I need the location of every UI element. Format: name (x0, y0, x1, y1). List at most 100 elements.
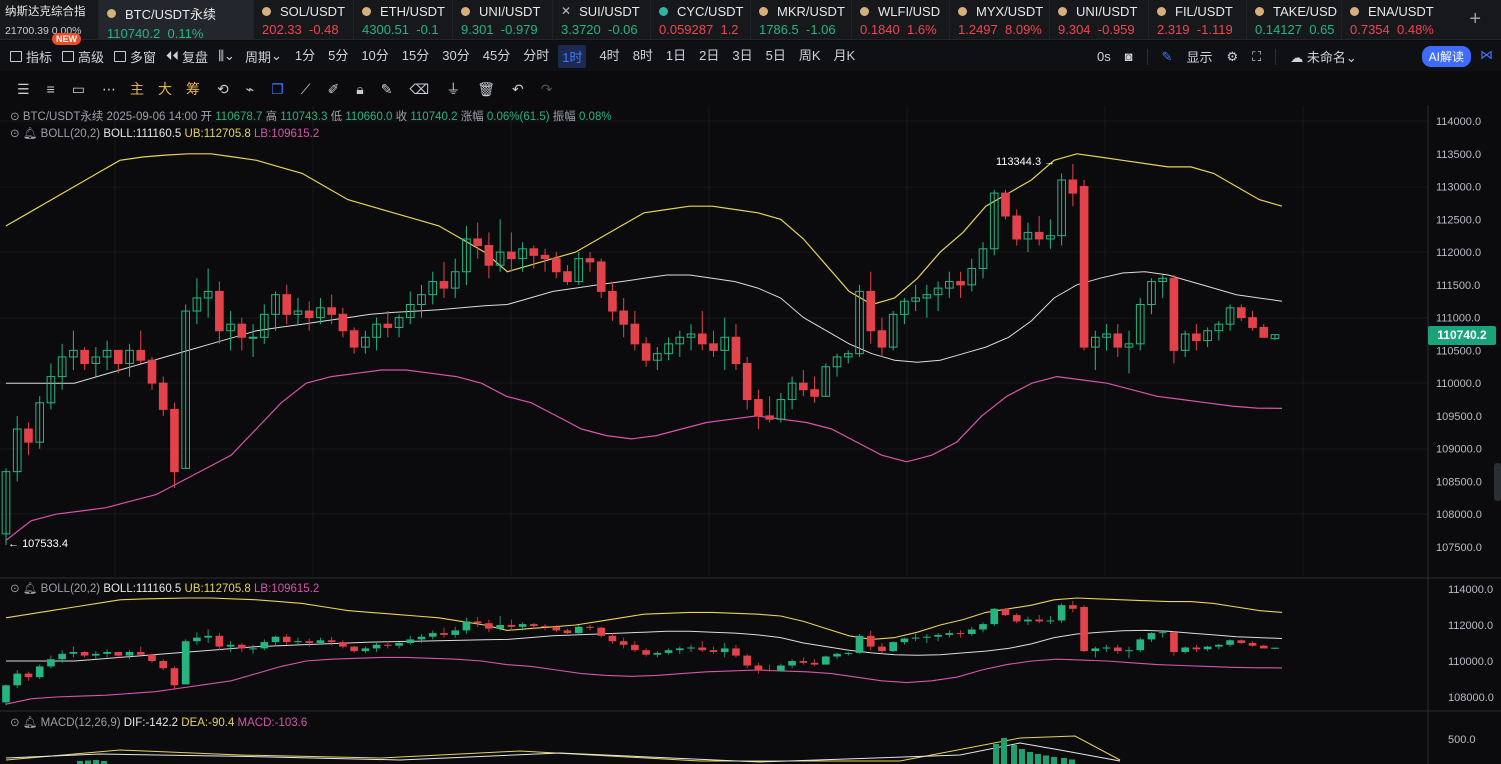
collapse-icon[interactable]: ⊙ (10, 111, 20, 123)
sub-candle-body (1147, 633, 1156, 640)
period-0[interactable]: 1分 (295, 45, 315, 68)
period-dropdown[interactable]: 周期 ⌄ (245, 47, 282, 66)
camera-icon[interactable]: ◙ (1125, 49, 1133, 64)
fullscreen-icon[interactable]: ⛶ (1252, 49, 1261, 65)
trend-tools-icon[interactable]: ☰ (17, 81, 30, 98)
collapse-icon[interactable]: ⊙ (10, 717, 20, 729)
ai-analysis-button[interactable]: AI解读 (1421, 46, 1471, 67)
sub-candle-body (136, 652, 145, 655)
price-axis-label: 111500.0 (1436, 280, 1480, 292)
sub-candle-body (1181, 647, 1189, 652)
timer-label[interactable]: 0s (1097, 49, 1111, 64)
index-tab[interactable]: 纳斯达克综合指 21700.39 0.00% (0, 0, 98, 40)
filter-icon[interactable]: ⏚ (446, 79, 460, 99)
scroll-handle[interactable] (1494, 463, 1501, 501)
bell-icon[interactable]: 🔔︎ (23, 583, 38, 595)
copy-icon[interactable]: ❐ (271, 81, 284, 98)
display-button[interactable]: 显示 (1187, 47, 1213, 66)
period-5[interactable]: 45分 (483, 45, 510, 68)
ticker-tab[interactable]: UNI/USDT 9.301 -0.979 (452, 0, 552, 40)
period-14[interactable]: 周K (799, 45, 821, 68)
rect-icon[interactable]: ▭ (72, 81, 85, 98)
candle-body (304, 310, 314, 319)
ticker-tab[interactable]: BTC/USDT永续 110740.2 0.11% (98, 0, 253, 40)
period-7[interactable]: 1时 (558, 44, 587, 68)
advanced-button[interactable]: 高级 (62, 47, 104, 66)
ticker-tab[interactable]: WLFI/USD 0.1840 1.6% (851, 0, 949, 40)
macd-histogram-bar (1061, 758, 1067, 764)
ticker-tab[interactable]: MKR/USDT 1786.5 -1.06 (750, 0, 851, 40)
sub-candle-body (35, 666, 44, 678)
indicators-button[interactable]: 指标 (10, 47, 52, 66)
period-6[interactable]: 分时 (523, 45, 549, 68)
add-tab-icon[interactable]: + (1469, 8, 1481, 31)
coin-icon (958, 7, 967, 16)
main-chart-toggle[interactable]: 主 (130, 79, 144, 99)
period-3[interactable]: 15分 (402, 45, 429, 68)
ticker-tab[interactable]: CYC/USDT 0.059287 1.2 (650, 0, 750, 40)
ticker-tab[interactable]: MYX/USDT 1.2497 8.09% (949, 0, 1049, 40)
trash-icon[interactable]: 🗑︎ (477, 81, 495, 98)
ticker-tab[interactable]: ✕ SUI/USDT 3.3720 -0.06 (552, 0, 650, 40)
period-4[interactable]: 30分 (442, 45, 469, 68)
lock-icon[interactable]: 🔒︎ (356, 81, 363, 98)
candle-body (158, 382, 168, 410)
share-icon[interactable]: ⋈ (1480, 47, 1493, 63)
period-15[interactable]: 月K (834, 45, 856, 68)
note-icon[interactable]: ✎ (381, 81, 393, 98)
candle-body (147, 359, 157, 384)
macd-histogram-bar (1001, 738, 1007, 764)
more-icon[interactable]: ⋯ (102, 81, 116, 98)
redo-icon[interactable]: ↷ (541, 81, 553, 98)
collapse-icon[interactable]: ⊙ (10, 583, 20, 595)
sub-candle-body (507, 625, 516, 627)
ticker-tab[interactable]: ETH/USDT 4300.51 -0.1 (353, 0, 452, 40)
period-12[interactable]: 3日 (732, 45, 752, 68)
candle-type-icon: ⫼⌄ (218, 48, 235, 63)
sub-candle-body (372, 644, 381, 649)
lines-icon[interactable]: ≡ (47, 81, 55, 97)
ticker-tab[interactable]: FIL/USDT 2.319 -1.119 (1148, 0, 1246, 40)
candle-body (563, 271, 572, 283)
brush-icon[interactable]: ✐ (328, 81, 340, 98)
sub-candle-body (810, 662, 819, 665)
ruler-icon[interactable]: ⟋ (301, 81, 311, 98)
period-10[interactable]: 1日 (666, 45, 686, 68)
ticker-tab[interactable]: UNI/USDT 9.304 -0.959 (1049, 0, 1148, 40)
price-chart[interactable]: 114000.0 113500.0 113000.0 112500.0 112000.0… (0, 106, 1501, 764)
replay-button[interactable]: ⏴⏴ 复盘 (166, 47, 208, 66)
period-9[interactable]: 8时 (633, 45, 653, 68)
ticker-tab[interactable]: ENA/USDT 0.7354 0.48% (1341, 0, 1441, 40)
ticker-tab[interactable]: TAKE/USD 0.14127 0.65 (1246, 0, 1341, 40)
big-order-toggle[interactable]: 大 (158, 79, 172, 99)
multi-window-button[interactable]: 多窗 (114, 47, 156, 66)
undo-icon[interactable]: ↶ (512, 81, 524, 98)
period-2[interactable]: 10分 (361, 45, 388, 68)
settings-icon[interactable]: ⚙ (1227, 49, 1239, 65)
collapse-icon[interactable]: ⊙ (10, 128, 20, 140)
candle-body (136, 349, 146, 361)
low-marker: ← 107533.4 (8, 538, 68, 550)
layout-dropdown[interactable]: ☁ 未命名⌄ (1290, 47, 1357, 66)
period-11[interactable]: 2日 (699, 45, 719, 68)
bell-icon[interactable]: 🔔︎ (23, 128, 38, 140)
period-13[interactable]: 5日 (766, 45, 786, 68)
pen-icon[interactable]: ✎ (1162, 49, 1173, 65)
sub-candle-body (821, 656, 830, 665)
magnet-icon[interactable]: ⌁ (246, 81, 254, 98)
chip-toggle[interactable]: 筹 (186, 79, 200, 99)
chart-type-button[interactable]: ⫼⌄ (218, 48, 235, 64)
eraser-icon[interactable]: ⌫ (409, 81, 429, 98)
sync-icon[interactable]: ⟲ (217, 81, 229, 98)
period-1[interactable]: 5分 (328, 45, 348, 68)
candle-body (1079, 186, 1089, 348)
sub-candle-body (327, 640, 336, 643)
sub-candle-body (339, 642, 347, 647)
grid-icon (114, 50, 127, 62)
period-8[interactable]: 4时 (599, 45, 619, 68)
ticker-tab[interactable]: SOL/USDT 202.33 -0.48 (253, 0, 353, 40)
sub-axis-label: 108000.0 (1448, 692, 1494, 704)
candle-body (282, 294, 292, 315)
bell-icon[interactable]: 🔔︎ (23, 717, 38, 729)
sub-candle-body (1035, 619, 1043, 622)
